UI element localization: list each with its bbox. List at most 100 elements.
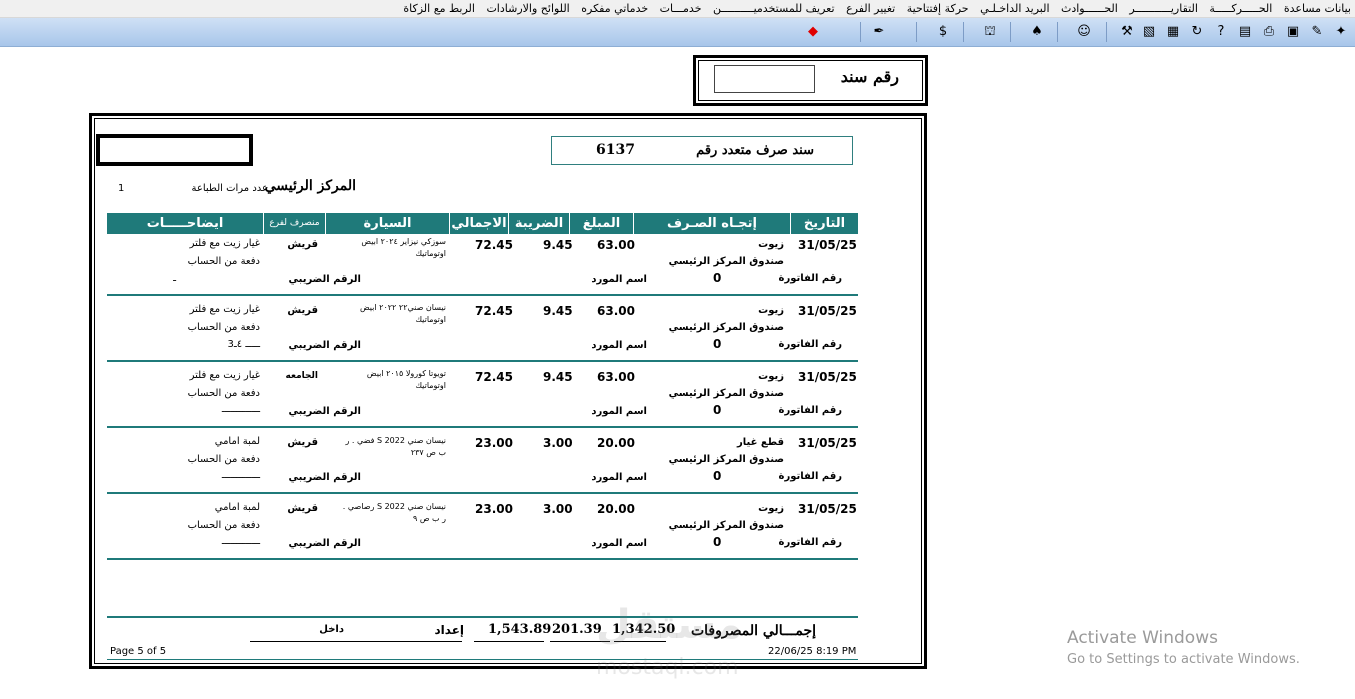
footer-line: [107, 659, 858, 660]
menu-item-reports[interactable]: التقاريـــــــــــر: [1125, 0, 1202, 17]
menu-item-regulations[interactable]: اللوائح والارشادات: [482, 0, 573, 17]
row-divider: [107, 426, 858, 428]
row-tax: 3.00: [543, 502, 573, 516]
menu-item-services[interactable]: خدمـــات: [656, 0, 706, 17]
row-date: 31/05/25: [798, 436, 857, 450]
row-pay: دفعة من الحساب: [187, 388, 260, 399]
menu-bar: بيانات مساعدة الحـــــركـــــة التقاريــ…: [0, 0, 1355, 18]
sanad-number-label: رقم سند: [840, 67, 899, 86]
menu-item-internal-mail[interactable]: البريد الداخـلـي: [976, 0, 1053, 17]
activation-title: Activate Windows: [1067, 628, 1218, 648]
menu-item-incidents[interactable]: الحــــــوادث: [1057, 0, 1122, 17]
menu-item-my-notes[interactable]: خدماتي مفكره: [577, 0, 652, 17]
row-amount: 63.00: [597, 304, 635, 318]
totals-tax: 201.39: [552, 622, 602, 637]
row-car: . رصاصي S نيسان صني 2022: [342, 502, 446, 511]
help-icon[interactable]: ?: [1210, 22, 1232, 42]
row-branch: قريش: [287, 437, 318, 448]
row-type: زيوت: [758, 239, 784, 250]
row-divider: [107, 294, 858, 296]
export-icon[interactable]: ▤: [1234, 22, 1256, 42]
row-invoice: 0: [713, 469, 722, 483]
header-total: الاجمالي: [449, 213, 508, 234]
row-invoice-label: رقم الفاتورة: [778, 273, 842, 284]
report-number: 6137: [596, 142, 635, 158]
header-date: التاريخ: [790, 213, 858, 234]
clear-icon[interactable]: ▣: [1282, 22, 1304, 42]
calendar-icon[interactable]: ▦: [1162, 22, 1184, 42]
watermark-logo: مستقل: [596, 602, 743, 648]
menu-item-opening-movement[interactable]: حركة إفتتاحية: [903, 0, 973, 17]
row-total: 72.45: [475, 238, 513, 252]
windows-activation-notice: Activate Windows Go to Settings to activ…: [1067, 628, 1300, 667]
row-car-detail: اوتوماتيك: [415, 249, 446, 258]
row-pay: دفعة من الحساب: [187, 520, 260, 531]
menu-item-zakat-link[interactable]: الربط مع الزكاة: [399, 0, 479, 17]
row-fund: صندوق المركز الرئيسي: [668, 520, 784, 531]
row-amount: 63.00: [597, 370, 635, 384]
row-car: تويوتا كورولا ٢٠١٥ ابيض: [366, 369, 446, 378]
row-total: 23.00: [475, 502, 513, 516]
row-tax-no-label: الرقم الضريبي: [288, 274, 362, 285]
row-type: زيوت: [758, 305, 784, 316]
row-type: زيوت: [758, 503, 784, 514]
row-type: زيوت: [758, 371, 784, 382]
row-tax-no-label: الرقم الضريبي: [288, 340, 362, 351]
print-icon[interactable]: ⎙: [1258, 22, 1280, 42]
row-car: نيسان صني٢٢ ٢٠٢٢ ابيض: [359, 303, 446, 312]
branch-icon[interactable]: ⛫: [979, 22, 1001, 42]
tools-icon[interactable]: ⚒: [1116, 22, 1138, 42]
users-icon[interactable]: ☺: [1073, 22, 1095, 42]
menu-item-change-branch[interactable]: تغيير الفرع: [842, 0, 899, 17]
row-supplier-label: اسم المورد: [591, 274, 647, 285]
row-fund: صندوق المركز الرئيسي: [668, 454, 784, 465]
stop-icon[interactable]: ◆: [802, 22, 824, 42]
row-date: 31/05/25: [798, 238, 857, 252]
row-amount: 20.00: [597, 502, 635, 516]
row-total: 72.45: [475, 370, 513, 384]
row-branch: قريش: [287, 503, 318, 514]
money-icon[interactable]: $: [932, 22, 954, 42]
sanad-number-input[interactable]: [714, 65, 815, 93]
sanad-number-panel: رقم سند: [693, 55, 928, 106]
row-invoice-label: رقم الفاتورة: [778, 537, 842, 548]
row-desc: لمبة امامي: [214, 436, 260, 447]
row-pay: دفعة من الحساب: [187, 256, 260, 267]
row-tax: 9.45: [543, 304, 573, 318]
new-icon[interactable]: ✦: [1330, 22, 1352, 42]
row-date: 31/05/25: [798, 502, 857, 516]
header-tax: الضريبة: [508, 213, 569, 234]
refresh-icon[interactable]: ↻: [1186, 22, 1208, 42]
row-car-detail: ب ص ٢٣٧: [410, 448, 446, 457]
menu-item-help-data[interactable]: بيانات مساعدة: [1280, 0, 1355, 17]
row-tax: 3.00: [543, 436, 573, 450]
totals-divider: [107, 616, 858, 618]
row-car-detail: ر ب ص ٩: [413, 514, 446, 523]
watermark-url: mostaql.com: [596, 655, 739, 680]
row-car-detail: اوتوماتيك: [415, 381, 446, 390]
menu-item-movement[interactable]: الحـــــركـــــة: [1205, 0, 1276, 17]
row-account: ـ: [173, 273, 176, 284]
row-car-detail: اوتوماتيك: [415, 315, 446, 324]
row-pay: دفعة من الحساب: [187, 322, 260, 333]
print-datetime: 22/06/25 8:19 PM: [768, 646, 857, 657]
row-invoice: 0: [713, 535, 722, 549]
row-supplier-label: اسم المورد: [591, 538, 647, 549]
report-title-box: سند صرف متعدد رقم 6137: [551, 136, 853, 165]
menu-item-users[interactable]: تعريف للمستخدميــــــــــن: [709, 0, 839, 17]
row-date: 31/05/25: [798, 370, 857, 384]
pen-icon[interactable]: ✒: [868, 22, 890, 42]
row-total: 72.45: [475, 304, 513, 318]
notes-icon[interactable]: ▧: [1138, 22, 1160, 42]
row-invoice: 0: [713, 271, 722, 285]
header-direction: إتجـاه الصـرف: [633, 213, 790, 234]
header-branch: منصرف لفرع: [263, 213, 325, 234]
row-desc: لمبة امامي: [214, 502, 260, 513]
row-supplier-label: اسم المورد: [591, 340, 647, 351]
row-supplier-label: اسم المورد: [591, 472, 647, 483]
row-tax-no-label: الرقم الضريبي: [288, 538, 362, 549]
row-invoice-label: رقم الفاتورة: [778, 405, 842, 416]
spade-icon[interactable]: ♠: [1026, 22, 1048, 42]
edit-icon[interactable]: ✎: [1306, 22, 1328, 42]
table-header: التاريخ إتجـاه الصـرف المبلغ الضريبة الا…: [107, 213, 858, 234]
